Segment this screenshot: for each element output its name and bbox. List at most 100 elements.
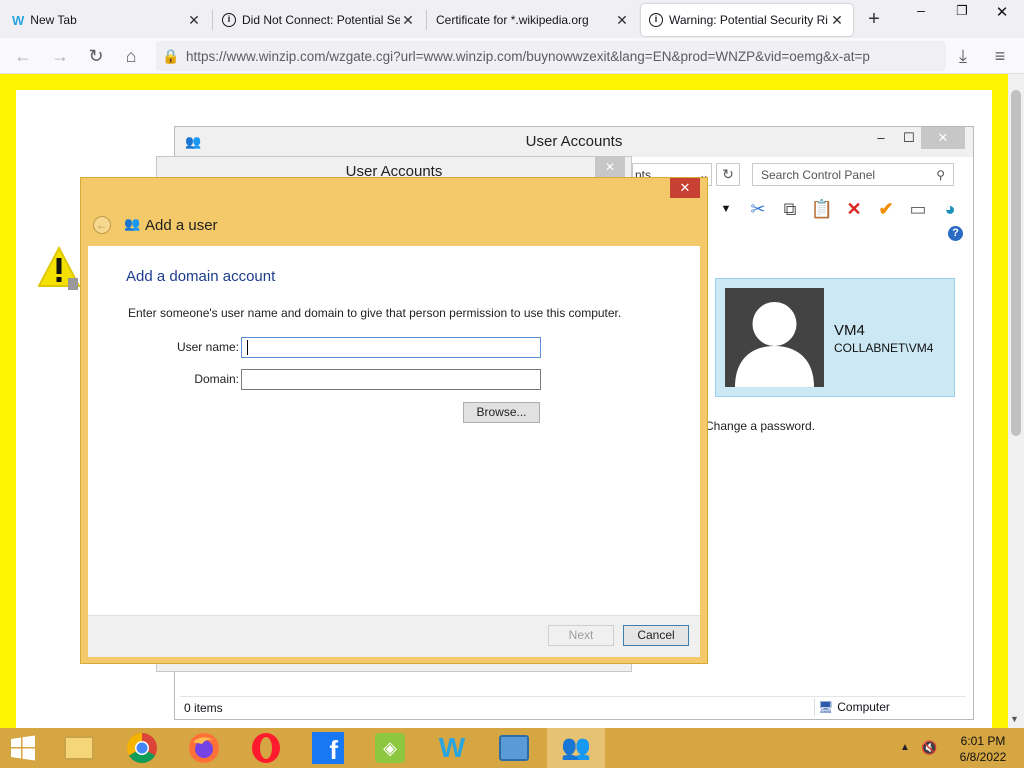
change-password-link[interactable]: Change a password. (705, 419, 815, 433)
chrome-icon (126, 733, 157, 764)
opera-icon (252, 733, 280, 763)
winzip-icon: W (438, 732, 466, 763)
tab-warning-security[interactable]: i Warning: Potential Security Ri ✕ (641, 4, 853, 36)
browse-button[interactable]: Browse... (463, 402, 540, 423)
tab-new-tab[interactable]: W New Tab ✕ (4, 4, 210, 36)
status-divider (814, 698, 815, 716)
properties-icon[interactable]: ▭ (906, 197, 930, 221)
app-icon: ◈ (375, 733, 405, 763)
dialog-body (88, 246, 700, 615)
minimize-icon[interactable]: – (871, 127, 891, 149)
instructions-text: Enter someone's user name and domain to … (128, 306, 622, 320)
check-icon[interactable]: ✔ (874, 197, 898, 221)
taskbar-user-accounts[interactable]: 👥 (547, 728, 605, 768)
taskbar-app[interactable]: ◈ (361, 728, 419, 768)
close-icon[interactable]: ✕ (595, 157, 625, 177)
delete-icon[interactable]: ✕ (842, 197, 866, 221)
taskbar-winzip[interactable]: W (423, 728, 481, 768)
refresh-button[interactable]: ↻ (716, 163, 740, 186)
toolbar: ▼ ✂ ⧉ 📋 ✕ ✔ ▭ ◕ (714, 196, 962, 222)
url-text: https://www.winzip.com/wzgate.cgi?url=ww… (186, 48, 870, 64)
taskbar-firefox[interactable] (175, 728, 233, 768)
user-name: VM4 (834, 322, 865, 339)
close-window-icon[interactable]: ✕ (992, 3, 1012, 21)
tab-label: Certificate for *.wikipedia.org (436, 13, 589, 27)
scroll-down-arrow-icon[interactable]: ▼ (1010, 714, 1019, 724)
next-button[interactable]: Next (548, 625, 614, 646)
scrollbar-thumb[interactable] (1011, 90, 1021, 436)
reload-icon[interactable]: ↻ (84, 44, 108, 68)
control-panel-icon (499, 735, 529, 761)
info-icon: i (222, 13, 236, 27)
paste-icon[interactable]: 📋 (810, 197, 834, 221)
forward-arrow-icon[interactable]: → (48, 44, 72, 68)
domain-label: Domain: (194, 372, 239, 386)
tab-label: Did Not Connect: Potential Se (242, 13, 400, 27)
download-icon[interactable]: ⤓ (951, 44, 975, 68)
back-arrow-icon[interactable]: ← (93, 216, 111, 234)
close-icon[interactable]: ✕ (670, 178, 700, 198)
close-icon[interactable]: ✕ (829, 12, 845, 29)
winzip-icon: W (12, 12, 25, 28)
items-count: 0 items (184, 701, 223, 715)
firefox-icon (189, 733, 219, 763)
menu-icon[interactable]: ≡ (988, 44, 1012, 68)
lock-icon[interactable]: 🔒 (156, 48, 186, 65)
restore-icon[interactable]: ❐ (952, 3, 972, 19)
facebook-icon: f (312, 732, 344, 765)
search-control-panel-input[interactable]: Search Control Panel ⚲ (752, 163, 954, 186)
user-accounts-icon: 👥 (561, 734, 591, 761)
volume-muted-icon[interactable]: 🔇 (921, 740, 937, 756)
page-heading: Add a domain account (126, 268, 276, 285)
clock-time: 6:01 PM (960, 734, 1006, 748)
url-bar[interactable]: 🔒 https://www.winzip.com/wzgate.cgi?url=… (156, 41, 946, 71)
taskbar-facebook[interactable]: f (299, 728, 357, 768)
computer-status: 🖥 Computer (818, 700, 890, 714)
cut-icon[interactable]: ✂ (746, 197, 770, 221)
text-cursor (247, 340, 248, 355)
home-icon[interactable]: ⌂ (119, 44, 143, 68)
taskbar-file-explorer[interactable] (50, 728, 108, 768)
shell-icon[interactable]: ◕ (938, 197, 962, 221)
user-name-label: User name: (176, 340, 239, 354)
new-tab-button[interactable]: + (862, 8, 886, 32)
tab-label: Warning: Potential Security Ri (669, 13, 828, 27)
computer-label: Computer (837, 700, 890, 714)
back-arrow-icon[interactable]: ← (11, 44, 35, 68)
search-icon: ⚲ (936, 168, 945, 182)
taskbar-opera[interactable] (237, 728, 295, 768)
close-icon[interactable]: ✕ (400, 12, 416, 29)
clock-date: 6/8/2022 (959, 750, 1007, 764)
close-icon[interactable]: ✕ (921, 127, 965, 149)
copy-icon[interactable]: ⧉ (778, 197, 802, 221)
users-icon: 👥 (185, 134, 202, 149)
taskbar-chrome[interactable] (113, 728, 171, 768)
cancel-button[interactable]: Cancel (623, 625, 689, 646)
user-domain: COLLABNET\VM4 (834, 341, 934, 355)
computer-icon: 🖥 (818, 700, 834, 714)
show-hidden-icons[interactable]: ▲ (900, 742, 910, 753)
tab-certificate[interactable]: Certificate for *.wikipedia.org ✕ (428, 4, 638, 36)
window-title: User Accounts (175, 127, 973, 157)
start-icon (11, 735, 35, 761)
user-name-input[interactable] (241, 337, 541, 358)
tab-label: New Tab (30, 13, 77, 27)
close-icon[interactable]: ✕ (614, 12, 630, 29)
clock[interactable]: 6:01 PM 6/8/2022 (948, 733, 1018, 765)
maximize-icon[interactable]: ☐ (899, 127, 919, 149)
domain-input[interactable] (241, 369, 541, 390)
search-placeholder: Search Control Panel (761, 168, 876, 182)
users-icon: 👥 (124, 216, 141, 231)
dropdown-arrow-icon[interactable]: ▼ (714, 197, 738, 221)
start-button[interactable] (0, 728, 46, 768)
file-explorer-icon (64, 736, 94, 760)
close-icon[interactable]: ✕ (186, 12, 202, 29)
help-icon[interactable]: ? (948, 226, 963, 241)
tab-did-not-connect[interactable]: i Did Not Connect: Potential Se ✕ (214, 4, 424, 36)
minimize-icon[interactable]: – (910, 3, 932, 18)
taskbar-control-panel[interactable] (485, 728, 543, 768)
tab-bar: W New Tab ✕ i Did Not Connect: Potential… (0, 0, 1024, 38)
warning-icon (38, 246, 80, 290)
dialog-title: Add a user (145, 217, 218, 234)
info-icon: i (649, 13, 663, 27)
